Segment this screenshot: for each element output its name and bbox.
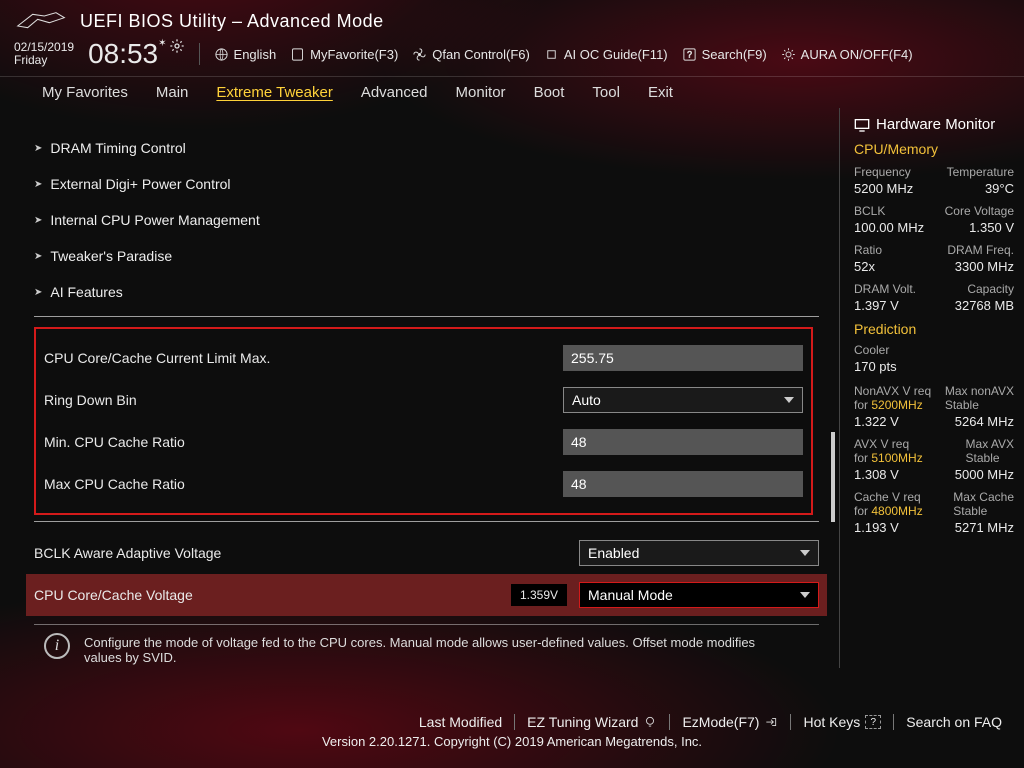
footer-last-modified[interactable]: Last Modified xyxy=(419,714,502,730)
tab-monitor[interactable]: Monitor xyxy=(456,84,506,101)
clock: 08:53✶ xyxy=(88,38,184,70)
max-cache-ratio-input[interactable] xyxy=(563,471,803,497)
bulb-icon xyxy=(643,715,657,729)
tab-my-favorites[interactable]: My Favorites xyxy=(42,84,128,101)
setting-core-cache-voltage[interactable]: CPU Core/Cache Voltage 1.359V Manual Mod… xyxy=(26,574,827,616)
aioc-button[interactable]: AI OC Guide(F11) xyxy=(544,47,668,62)
hwmon-title: Hardware Monitor xyxy=(876,116,995,133)
chevron-down-icon xyxy=(800,550,810,556)
date-block: 02/15/2019Friday xyxy=(14,41,74,67)
sun-icon xyxy=(781,47,796,62)
globe-icon xyxy=(214,47,229,62)
setting-bclk-adaptive-voltage: BCLK Aware Adaptive Voltage Enabled xyxy=(34,532,819,574)
setting-current-limit: CPU Core/Cache Current Limit Max. xyxy=(44,337,803,379)
help-icon: ? xyxy=(682,47,697,62)
tab-exit[interactable]: Exit xyxy=(648,84,673,101)
tab-extreme-tweaker[interactable]: Extreme Tweaker xyxy=(216,84,332,101)
svg-text:?: ? xyxy=(687,49,692,59)
language-button[interactable]: English xyxy=(214,47,277,62)
hotkeys-icon: ? xyxy=(865,715,881,729)
scrollbar[interactable] xyxy=(831,432,835,522)
rog-logo xyxy=(14,11,68,31)
chip-icon xyxy=(544,47,559,62)
core-voltage-dropdown[interactable]: Manual Mode xyxy=(579,582,819,608)
myfavorite-button[interactable]: MyFavorite(F3) xyxy=(290,47,398,62)
ring-down-bin-dropdown[interactable]: Auto xyxy=(563,387,803,413)
chevron-down-icon xyxy=(800,592,810,598)
search-button[interactable]: ?Search(F9) xyxy=(682,47,767,62)
help-strip: i Configure the mode of voltage fed to t… xyxy=(34,624,819,665)
submenu-tweakers-paradise[interactable]: Tweaker's Paradise xyxy=(34,238,819,274)
tab-advanced[interactable]: Advanced xyxy=(361,84,428,101)
aura-button[interactable]: AURA ON/OFF(F4) xyxy=(781,47,913,62)
hwmon-section-cpu-memory: CPU/Memory xyxy=(854,141,1014,157)
info-icon: i xyxy=(44,633,70,659)
fan-icon xyxy=(412,47,427,62)
monitor-icon xyxy=(854,118,870,132)
footer-ez-tuning[interactable]: EZ Tuning Wizard xyxy=(527,714,657,730)
tab-main[interactable]: Main xyxy=(156,84,189,101)
footer-hotkeys[interactable]: Hot Keys ? xyxy=(803,714,881,730)
bclk-adaptive-dropdown[interactable]: Enabled xyxy=(579,540,819,566)
exit-icon xyxy=(764,716,778,728)
live-voltage-readout: 1.359V xyxy=(511,584,567,606)
submenu-external-digi[interactable]: External Digi+ Power Control xyxy=(34,166,819,202)
main-tabs: My Favorites Main Extreme Tweaker Advanc… xyxy=(0,76,1024,108)
setting-max-cache-ratio: Max CPU Cache Ratio xyxy=(44,463,803,505)
setting-ring-down-bin: Ring Down Bin Auto xyxy=(44,379,803,421)
setting-min-cache-ratio: Min. CPU Cache Ratio xyxy=(44,421,803,463)
highlighted-settings-box: CPU Core/Cache Current Limit Max. Ring D… xyxy=(34,327,813,515)
gear-icon[interactable] xyxy=(169,38,185,54)
copyright: Version 2.20.1271. Copyright (C) 2019 Am… xyxy=(0,734,1024,749)
hardware-monitor-panel: Hardware Monitor CPU/Memory FrequencyTem… xyxy=(839,108,1024,668)
hwmon-section-prediction: Prediction xyxy=(854,321,1014,337)
tab-boot[interactable]: Boot xyxy=(534,84,565,101)
min-cache-ratio-input[interactable] xyxy=(563,429,803,455)
submenu-dram-timing[interactable]: DRAM Timing Control xyxy=(34,130,819,166)
app-title: UEFI BIOS Utility – Advanced Mode xyxy=(80,11,384,32)
footer-ezmode[interactable]: EzMode(F7) xyxy=(682,714,778,730)
chevron-down-icon xyxy=(784,397,794,403)
submenu-ai-features[interactable]: AI Features xyxy=(34,274,819,310)
current-limit-input[interactable] xyxy=(563,345,803,371)
page-icon xyxy=(290,47,305,62)
footer-search-faq[interactable]: Search on FAQ xyxy=(906,714,1002,730)
tab-tool[interactable]: Tool xyxy=(592,84,620,101)
submenu-cpu-power[interactable]: Internal CPU Power Management xyxy=(34,202,819,238)
qfan-button[interactable]: Qfan Control(F6) xyxy=(412,47,530,62)
